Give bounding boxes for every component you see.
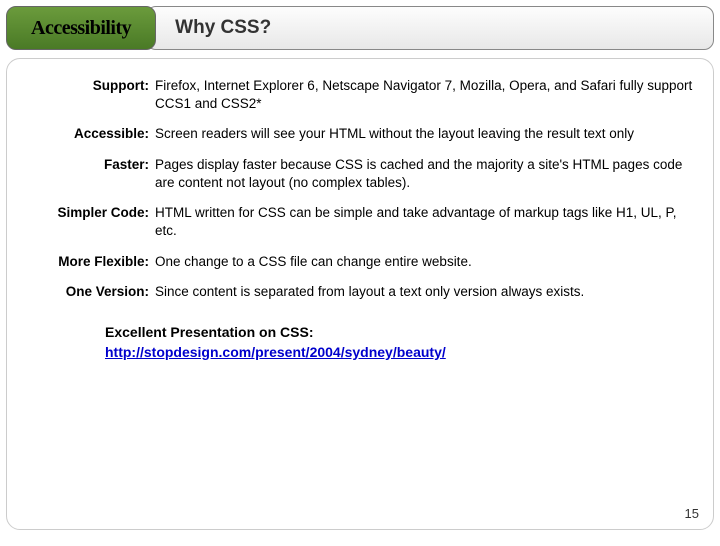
- footer-note: Excellent Presentation on CSS: http://st…: [105, 323, 693, 362]
- slide-header: Accessibility Why CSS?: [6, 6, 714, 50]
- row-more-flexible: More Flexible: One change to a CSS file …: [27, 253, 693, 271]
- value-one-version: Since content is separated from layout a…: [155, 283, 693, 301]
- label-accessible: Accessible:: [27, 125, 155, 143]
- label-faster: Faster:: [27, 156, 155, 192]
- value-faster: Pages display faster because CSS is cach…: [155, 156, 693, 192]
- label-support: Support:: [27, 77, 155, 113]
- category-label: Accessibility: [31, 17, 131, 40]
- slide-body: Support: Firefox, Internet Explorer 6, N…: [6, 58, 714, 530]
- label-simpler-code: Simpler Code:: [27, 204, 155, 240]
- row-one-version: One Version: Since content is separated …: [27, 283, 693, 301]
- row-accessible: Accessible: Screen readers will see your…: [27, 125, 693, 143]
- value-accessible: Screen readers will see your HTML withou…: [155, 125, 693, 143]
- page-number: 15: [685, 506, 699, 521]
- footer-link[interactable]: http://stopdesign.com/present/2004/sydne…: [105, 344, 446, 360]
- slide-title: Why CSS?: [175, 17, 271, 39]
- footer-lead: Excellent Presentation on CSS:: [105, 323, 693, 343]
- category-tab: Accessibility: [6, 6, 156, 50]
- row-simpler-code: Simpler Code: HTML written for CSS can b…: [27, 204, 693, 240]
- title-tab: Why CSS?: [146, 6, 714, 50]
- row-support: Support: Firefox, Internet Explorer 6, N…: [27, 77, 693, 113]
- value-simpler-code: HTML written for CSS can be simple and t…: [155, 204, 693, 240]
- label-more-flexible: More Flexible:: [27, 253, 155, 271]
- value-more-flexible: One change to a CSS file can change enti…: [155, 253, 693, 271]
- row-faster: Faster: Pages display faster because CSS…: [27, 156, 693, 192]
- label-one-version: One Version:: [27, 283, 155, 301]
- value-support: Firefox, Internet Explorer 6, Netscape N…: [155, 77, 693, 113]
